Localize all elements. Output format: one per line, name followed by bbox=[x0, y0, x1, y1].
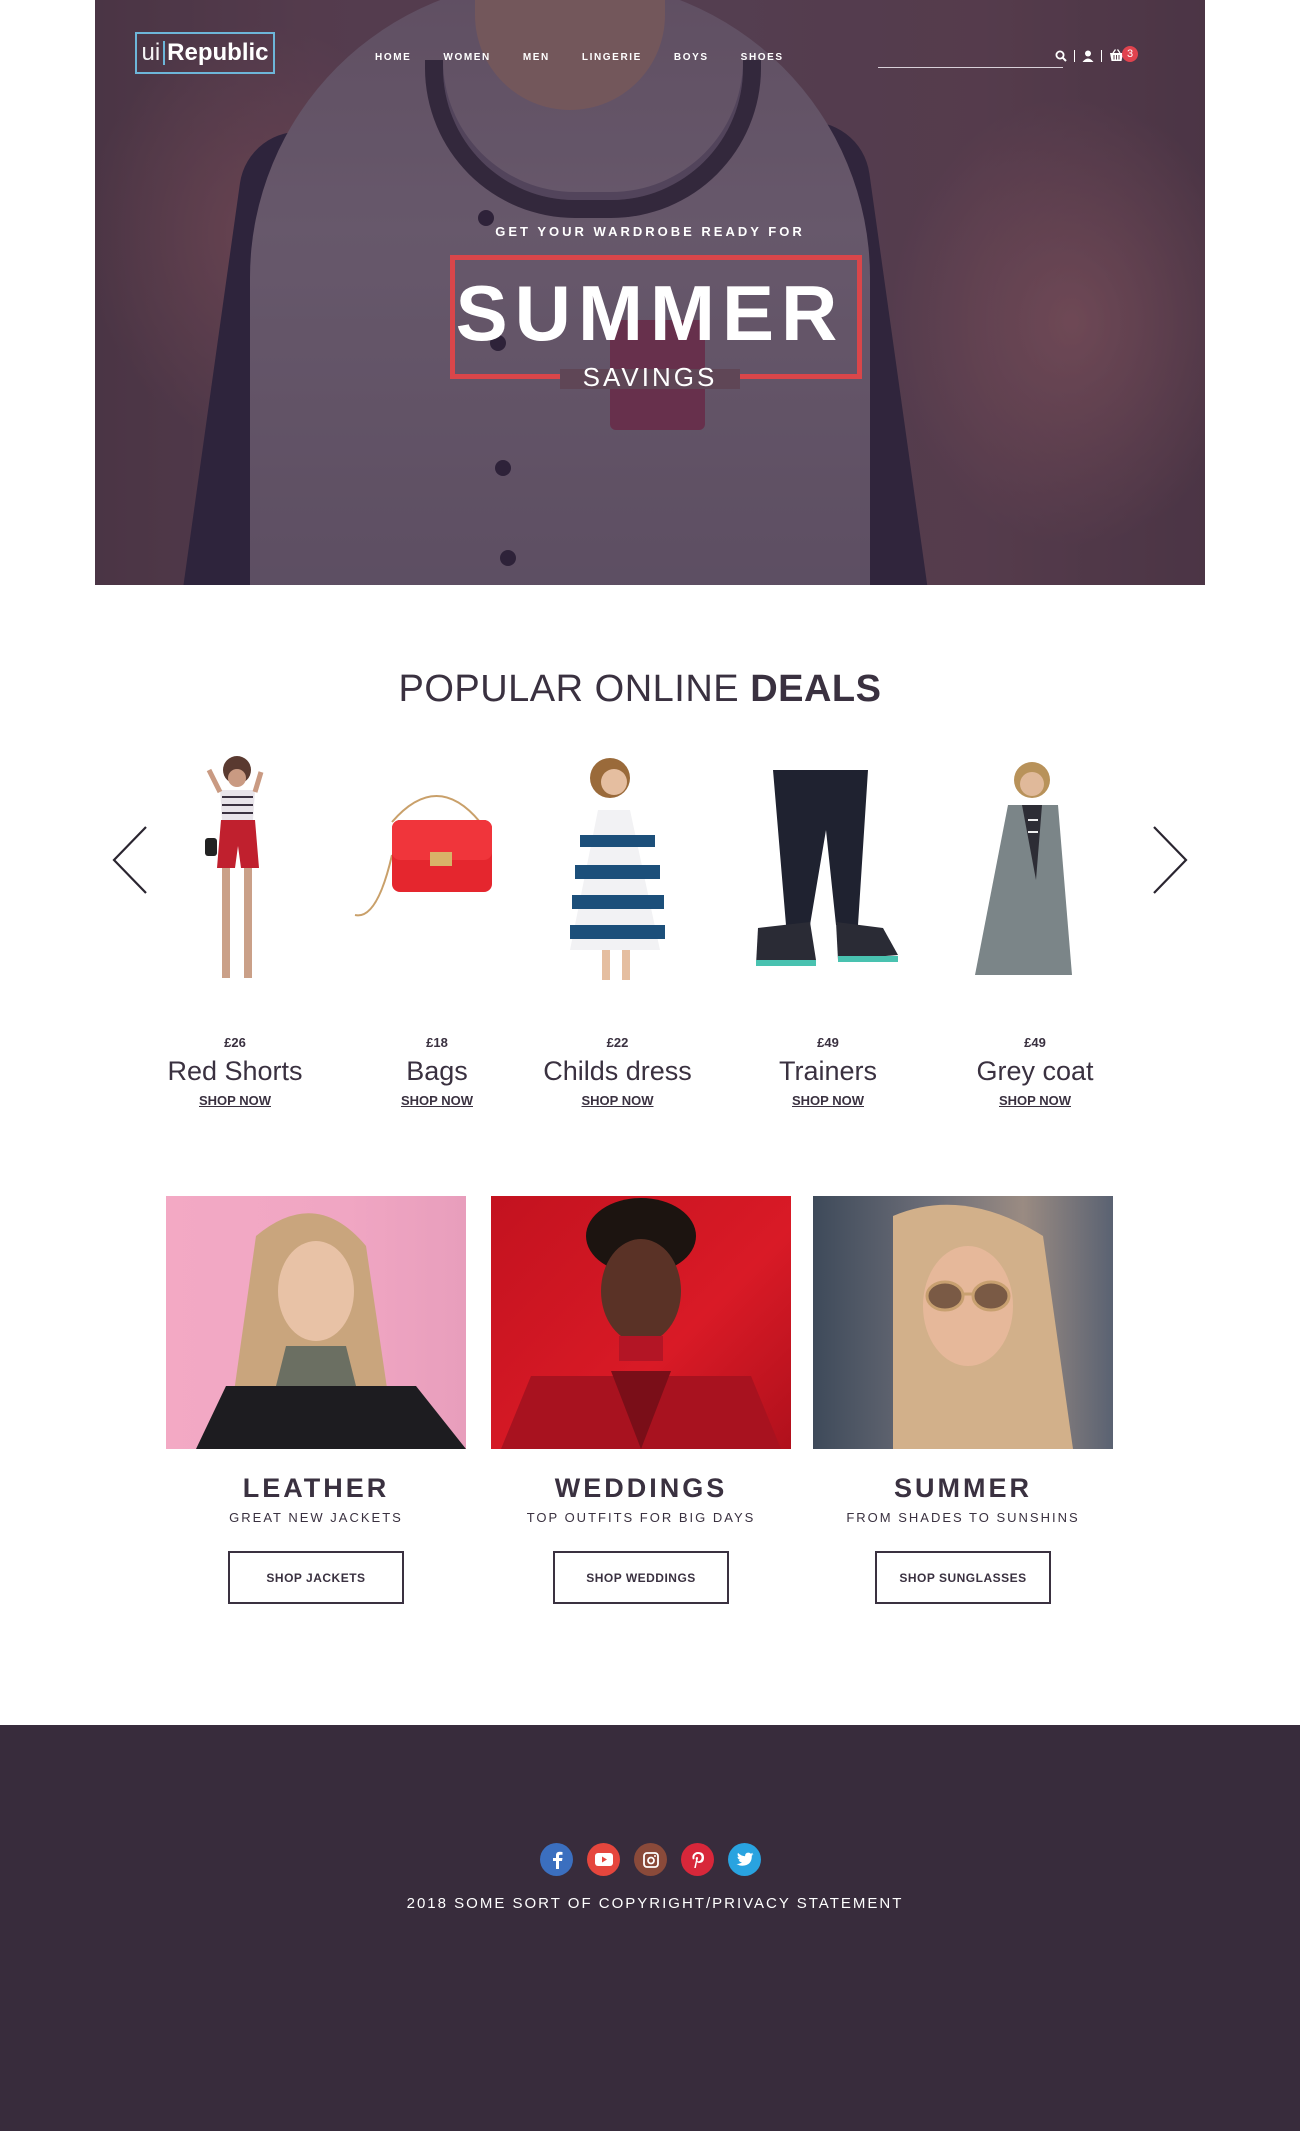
category-subtitle: GREAT NEW JACKETS bbox=[229, 1510, 403, 1525]
search-input[interactable] bbox=[878, 67, 1063, 68]
logo-ui-text: ui bbox=[141, 39, 161, 66]
category-card-weddings: WEDDINGS TOP OUTFITS FOR BIG DAYS SHOP W… bbox=[491, 1196, 791, 1604]
nav-home[interactable]: HOME bbox=[375, 52, 411, 63]
product-name: Red Shorts bbox=[167, 1056, 303, 1086]
product-image-childs-dress[interactable] bbox=[540, 750, 695, 1005]
product-price: £26 bbox=[224, 1035, 246, 1050]
product-name: Bags bbox=[406, 1056, 468, 1086]
shop-now-link[interactable]: SHOP NOW bbox=[999, 1093, 1071, 1108]
product-price: £22 bbox=[606, 1035, 629, 1050]
product-price: £49 bbox=[817, 1035, 839, 1050]
nav-women[interactable]: WOMEN bbox=[443, 52, 490, 63]
carousel-next-arrow[interactable] bbox=[1150, 825, 1190, 900]
youtube-icon[interactable] bbox=[587, 1843, 620, 1876]
pinterest-icon[interactable] bbox=[681, 1843, 714, 1876]
category-title: WEDDINGS bbox=[554, 1473, 728, 1503]
category-title: SUMMER bbox=[894, 1473, 1032, 1503]
cart-count-badge: 3 bbox=[1122, 45, 1138, 62]
carousel-prev-arrow[interactable] bbox=[110, 825, 150, 900]
category-subtitle: TOP OUTFITS FOR BIG DAYS bbox=[526, 1510, 756, 1525]
shop-weddings-button[interactable]: SHOP WEDDINGS bbox=[553, 1551, 729, 1604]
shop-now-link[interactable]: SHOP NOW bbox=[199, 1093, 271, 1108]
header-icons: 3 bbox=[1055, 45, 1138, 62]
deals-heading: POPULAR ONLINE DEALS bbox=[0, 668, 1280, 711]
deals-heading-light: POPULAR ONLINE bbox=[398, 668, 751, 710]
shop-sunglasses-button[interactable]: SHOP SUNGLASSES bbox=[875, 1551, 1051, 1604]
category-image-summer[interactable] bbox=[813, 1196, 1113, 1449]
product-card: £22 Childs dress SHOP NOW bbox=[540, 750, 695, 1110]
product-image-grey-coat[interactable] bbox=[960, 750, 1110, 1005]
nav-boys[interactable]: BOYS bbox=[674, 52, 709, 63]
site-logo[interactable]: ui Republic bbox=[135, 32, 275, 74]
category-subtitle: FROM SHADES TO SUNSHINS bbox=[846, 1510, 1080, 1525]
category-card-leather: LEATHER GREAT NEW JACKETS SHOP JACKETS bbox=[166, 1196, 466, 1604]
instagram-icon[interactable] bbox=[634, 1843, 667, 1876]
product-card: £26 Red Shorts SHOP NOW bbox=[165, 750, 305, 1110]
site-footer: 2018 SOME SORT OF COPYRIGHT/PRIVACY STAT… bbox=[0, 1725, 1300, 2131]
product-price: £18 bbox=[426, 1035, 448, 1050]
top-navigation-bar: ui Republic HOME WOMEN MEN LINGERIE BOYS… bbox=[95, 0, 1205, 110]
product-name: Grey coat bbox=[976, 1056, 1094, 1086]
deals-heading-bold: DEALS bbox=[750, 668, 882, 710]
user-icon[interactable] bbox=[1082, 50, 1094, 62]
product-name: Childs dress bbox=[543, 1056, 692, 1086]
category-card-summer: SUMMER FROM SHADES TO SUNSHINS SHOP SUNG… bbox=[813, 1196, 1113, 1604]
search-icon[interactable] bbox=[1055, 50, 1067, 62]
nav-men[interactable]: MEN bbox=[523, 52, 550, 63]
category-image-weddings[interactable] bbox=[491, 1196, 791, 1449]
product-image-red-shorts[interactable] bbox=[165, 750, 305, 1005]
logo-republic-text: Republic bbox=[167, 39, 269, 66]
main-nav: HOME WOMEN MEN LINGERIE BOYS SHOES bbox=[375, 52, 816, 63]
twitter-icon[interactable] bbox=[728, 1843, 761, 1876]
social-links bbox=[540, 1843, 761, 1876]
product-price: £49 bbox=[1024, 1035, 1046, 1050]
hero-subtitle: SAVINGS bbox=[582, 362, 718, 392]
category-image-leather[interactable] bbox=[166, 1196, 466, 1449]
nav-lingerie[interactable]: LINGERIE bbox=[582, 52, 642, 63]
hero-banner: ui Republic HOME WOMEN MEN LINGERIE BOYS… bbox=[95, 0, 1205, 585]
product-card: £49 Trainers SHOP NOW bbox=[748, 750, 908, 1110]
product-image-trainers[interactable] bbox=[748, 750, 908, 1005]
product-card: £18 Bags SHOP NOW bbox=[347, 750, 527, 1110]
category-title: LEATHER bbox=[242, 1473, 390, 1503]
product-image-bags[interactable] bbox=[347, 750, 527, 1005]
hero-kicker: GET YOUR WARDROBE READY FOR bbox=[495, 224, 805, 239]
product-card: £49 Grey coat SHOP NOW bbox=[960, 750, 1110, 1110]
shop-now-link[interactable]: SHOP NOW bbox=[401, 1093, 473, 1108]
cart-button[interactable]: 3 bbox=[1109, 45, 1138, 62]
shop-now-link[interactable]: SHOP NOW bbox=[582, 1093, 654, 1108]
copyright-text: 2018 SOME SORT OF COPYRIGHT/PRIVACY STAT… bbox=[406, 1895, 904, 1912]
product-name: Trainers bbox=[778, 1056, 878, 1086]
hero-title: SUMMER bbox=[455, 269, 845, 357]
shop-jackets-button[interactable]: SHOP JACKETS bbox=[228, 1551, 404, 1604]
facebook-icon[interactable] bbox=[540, 1843, 573, 1876]
shop-now-link[interactable]: SHOP NOW bbox=[792, 1093, 864, 1108]
nav-shoes[interactable]: SHOES bbox=[741, 52, 784, 63]
